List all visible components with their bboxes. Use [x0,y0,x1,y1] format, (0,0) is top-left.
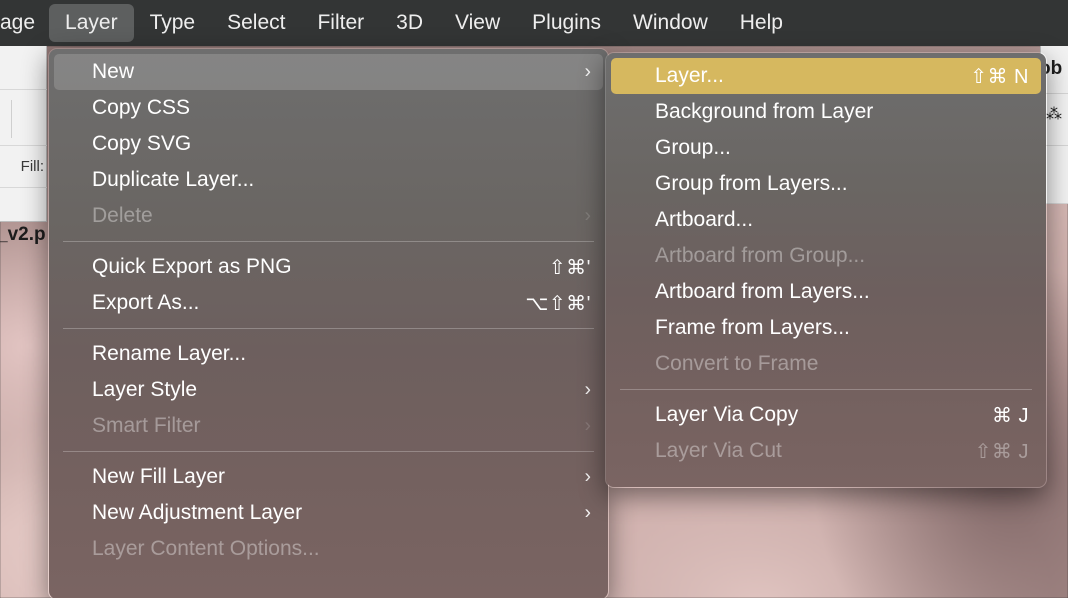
new-submenu-item-layer[interactable]: Layer... ⇧⌘ N [611,58,1041,94]
layer-menu-item-copy-svg[interactable]: Copy SVG [54,126,603,162]
layer-menu-item-new-adjustment-layer[interactable]: New Adjustment Layer › [54,495,603,531]
photoshop-window: Fill: _v2.p ob ⁂ age Layer Type Select Filte… [0,0,1068,598]
menu-item-label: Smart Filter [92,414,201,437]
left-panel-row-1 [0,46,47,90]
new-submenu-item-convert-to-frame: Convert to Frame [611,346,1041,382]
layer-menu-panel: New › Copy CSS Copy SVG Duplicate Layer... De… [48,48,609,598]
chevron-right-icon: › [584,415,591,437]
fill-label: Fill: [20,158,44,175]
menubar-item-label: Select [227,11,286,34]
document-filename-fragment: _v2.p [0,224,46,245]
menubar-item-view[interactable]: View [439,4,516,42]
new-submenu-item-layer-via-cut: Layer Via Cut ⇧⌘ J [611,433,1041,469]
menubar-item-plugins[interactable]: Plugins [516,4,617,42]
menubar-item-label: 3D [396,11,424,34]
new-submenu-item-background-from-layer[interactable]: Background from Layer [611,94,1041,130]
menu-item-label: Group from Layers... [655,172,848,195]
left-panel-divider [11,100,12,138]
chevron-right-icon: › [584,466,591,488]
menubar-item-type[interactable]: Type [134,4,212,42]
menubar-item-help[interactable]: Help [724,4,799,42]
menubar-item-label: View [455,11,501,34]
menubar-item-layer[interactable]: Layer [49,4,134,42]
menubar-item-window[interactable]: Window [617,4,724,42]
menubar-item-image-clipped[interactable]: age [0,4,49,42]
new-submenu-item-group-from-layers[interactable]: Group from Layers... [611,166,1041,202]
menu-separator [620,389,1032,390]
menubar-item-label: Plugins [532,11,602,34]
menubar-item-label: age [0,11,36,34]
menu-separator [63,241,594,242]
menu-item-label: Duplicate Layer... [92,168,255,191]
menubar-item-label: Help [739,11,783,34]
right-panel-glyph-icon: ⁂ [1046,106,1062,123]
new-submenu-item-artboard-from-layers[interactable]: Artboard from Layers... [611,274,1041,310]
menu-item-shortcut: ⇧⌘' [548,256,591,279]
menubar-item-filter[interactable]: Filter [301,4,380,42]
menu-separator [63,451,594,452]
menu-item-label: Group... [655,136,731,159]
layer-menu-item-smart-filter: Smart Filter › [54,408,603,444]
chevron-right-icon: › [584,379,591,401]
menu-item-label: Export As... [92,291,200,314]
menubar-item-label: Filter [317,11,365,34]
chevron-right-icon: › [584,61,591,83]
menubar-item-label: Type [149,11,196,34]
menubar-item-label: Window [633,11,708,34]
new-submenu-item-group[interactable]: Group... [611,130,1041,166]
layer-menu-item-rename-layer[interactable]: Rename Layer... [54,336,603,372]
menubar-item-select[interactable]: Select [211,4,301,42]
layer-menu-item-new-fill-layer[interactable]: New Fill Layer › [54,459,603,495]
menu-item-label: New Adjustment Layer [92,501,303,524]
layer-menu-item-copy-css[interactable]: Copy CSS [54,90,603,126]
menu-item-label: Artboard from Group... [655,244,866,267]
new-submenu-item-artboard-from-group: Artboard from Group... [611,238,1041,274]
menu-item-shortcut: ⌥⇧⌘' [525,292,591,315]
menu-item-label: Background from Layer [655,100,874,123]
layer-menu-item-duplicate-layer[interactable]: Duplicate Layer... [54,162,603,198]
menu-item-label: Layer Style [92,378,198,401]
menu-item-shortcut: ⇧⌘ N [970,65,1029,88]
menu-item-label: New Fill Layer [92,465,226,488]
menu-item-label: Quick Export as PNG [92,255,292,278]
menu-separator [63,328,594,329]
menu-item-shortcut: ⌘ J [991,404,1029,427]
menubar-item-3d[interactable]: 3D [380,4,439,42]
layer-menu-item-export-as[interactable]: Export As... ⌥⇧⌘' [54,285,603,321]
menu-item-label: Layer... [655,64,724,87]
layer-menu-item-quick-export-as-png[interactable]: Quick Export as PNG ⇧⌘' [54,249,603,285]
menu-item-shortcut: ⇧⌘ J [974,440,1029,463]
menubar: age Layer Type Select Filter 3D View Plugins Win… [0,0,1068,46]
left-panel-row-2 [0,90,47,146]
new-submenu-item-artboard[interactable]: Artboard... [611,202,1041,238]
layer-menu-item-layer-content-options: Layer Content Options... [54,531,603,567]
menu-item-label: Layer Via Cut [655,439,782,462]
layer-menu-item-delete: Delete › [54,198,603,234]
chevron-right-icon: › [584,502,591,524]
menu-item-label: Artboard... [655,208,754,231]
menu-item-label: Artboard from Layers... [655,280,870,303]
chevron-right-icon: › [584,205,591,227]
layer-menu-item-new[interactable]: New › [54,54,603,90]
menu-item-label: Layer Content Options... [92,537,320,560]
new-submenu-item-layer-via-copy[interactable]: Layer Via Copy ⌘ J [611,397,1041,433]
menu-item-label: New [92,60,135,83]
menubar-item-label: Layer [65,11,118,34]
menu-item-label: Frame from Layers... [655,316,850,339]
menu-item-label: Copy CSS [92,96,191,119]
menu-item-label: Copy SVG [92,132,192,155]
new-submenu-panel: Layer... ⇧⌘ N Background from Layer Group..… [605,52,1047,488]
menu-item-label: Delete [92,204,153,227]
layer-menu-item-layer-style[interactable]: Layer Style › [54,372,603,408]
left-panel-fragment: Fill: _v2.p [0,46,47,245]
new-submenu-item-frame-from-layers[interactable]: Frame from Layers... [611,310,1041,346]
menu-item-label: Convert to Frame [655,352,819,375]
menu-item-label: Layer Via Copy [655,403,799,426]
menu-item-label: Rename Layer... [92,342,247,365]
